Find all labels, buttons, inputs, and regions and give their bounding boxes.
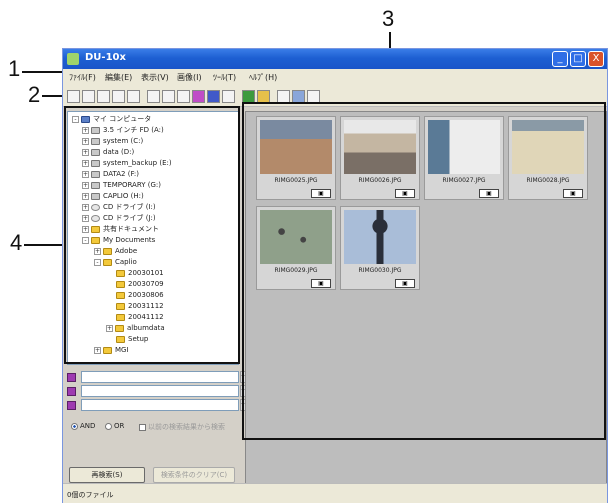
toolbar-button-10[interactable] <box>207 90 220 103</box>
title-bar[interactable]: DU-10x _ □ X <box>63 49 607 69</box>
search-within-results-checkbox[interactable] <box>139 423 146 431</box>
radio-and[interactable] <box>71 422 78 430</box>
callout-1: 1 <box>8 56 21 81</box>
toolbar-button-5[interactable] <box>127 90 140 103</box>
toolbar-button-6[interactable] <box>147 90 160 103</box>
maximize-icon: □ <box>573 53 583 64</box>
search-row-3: ▾ <box>67 399 246 411</box>
minimize-icon: _ <box>557 53 563 64</box>
callout-4: 4 <box>10 230 23 255</box>
close-button[interactable]: X <box>588 51 604 67</box>
radio-or[interactable] <box>105 422 112 430</box>
search-input-2[interactable] <box>81 385 239 397</box>
search-button[interactable]: 再検索(S) <box>69 467 145 483</box>
search-criteria-icon <box>67 373 76 382</box>
and-option[interactable]: AND <box>71 422 95 430</box>
toolbar-button-7[interactable] <box>162 90 175 103</box>
toolbar-button-9[interactable] <box>192 90 205 103</box>
search-criteria-icon <box>67 387 76 396</box>
window-title: DU-10x <box>85 52 126 63</box>
menu-image[interactable]: 画像(I) <box>177 72 202 83</box>
status-text: 0個のファイル <box>67 491 114 499</box>
callout-3-frame <box>242 102 606 440</box>
menu-bar: ﾌｧｲﾙ(F) 編集(E) 表示(V) 画像(I) ﾂｰﾙ(T) ﾍﾙﾌﾟ(H) <box>63 69 607 87</box>
search-within-results-option[interactable]: 以前の検索結果から検索 <box>139 422 225 432</box>
menu-view[interactable]: 表示(V) <box>141 72 169 83</box>
toolbar-button-3[interactable] <box>97 90 110 103</box>
or-option[interactable]: OR <box>105 422 124 430</box>
app-icon <box>67 53 79 65</box>
menu-help[interactable]: ﾍﾙﾌﾟ(H) <box>249 72 277 83</box>
search-input-3[interactable] <box>81 399 239 411</box>
search-row-1: ▾ <box>67 371 246 383</box>
search-input-1[interactable] <box>81 371 239 383</box>
minimize-button[interactable]: _ <box>552 51 568 67</box>
search-criteria-icon <box>67 401 76 410</box>
toolbar-button-2[interactable] <box>82 90 95 103</box>
menu-tools[interactable]: ﾂｰﾙ(T) <box>213 72 236 83</box>
search-row-2: ▾ <box>67 385 246 397</box>
toolbar-button-8[interactable] <box>177 90 190 103</box>
callout-4-frame <box>64 106 240 364</box>
menu-edit[interactable]: 編集(E) <box>105 72 132 83</box>
menu-file[interactable]: ﾌｧｲﾙ(F) <box>69 72 96 83</box>
clear-criteria-button[interactable]: 検索条件のクリア(C) <box>153 467 235 483</box>
toolbar-button-11[interactable] <box>222 90 235 103</box>
maximize-button[interactable]: □ <box>570 51 586 67</box>
close-icon: X <box>592 53 600 64</box>
status-bar: 0個のファイル <box>63 483 607 503</box>
callout-3: 3 <box>382 6 395 31</box>
callout-2: 2 <box>28 82 41 107</box>
toolbar-button-1[interactable] <box>67 90 80 103</box>
toolbar-button-4[interactable] <box>112 90 125 103</box>
